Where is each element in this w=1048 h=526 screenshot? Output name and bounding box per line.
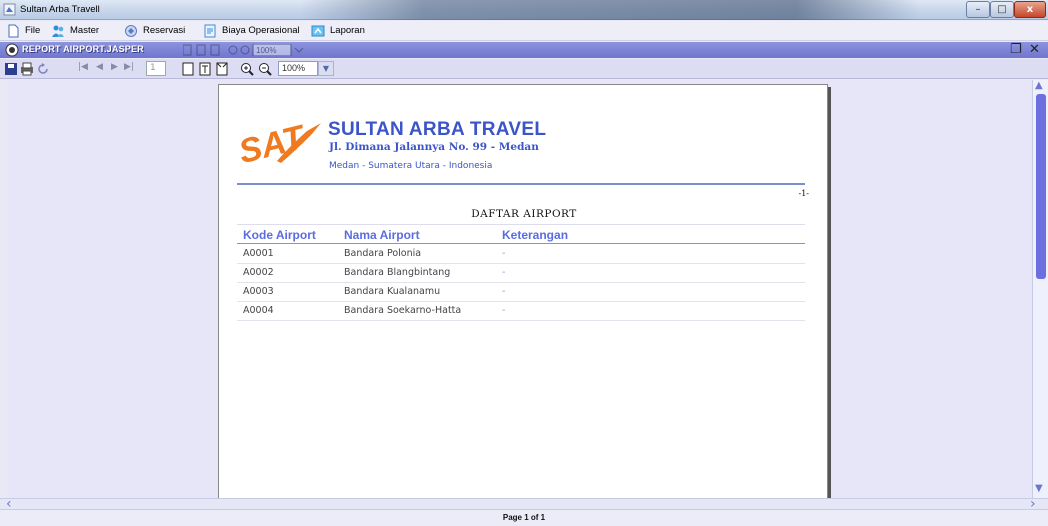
internal-frame-title-bar: REPORT AIRPORT.JASPER 100% ❐ ✕: [0, 42, 1048, 58]
maximize-button[interactable]: □: [990, 1, 1014, 18]
page-number-input[interactable]: 1: [146, 61, 166, 76]
header-underline: [237, 243, 805, 244]
menu-reservasi-label: Reservasi: [143, 25, 186, 36]
file-icon: [8, 24, 19, 38]
zoom-select[interactable]: 100%: [278, 61, 318, 76]
minimize-button[interactable]: –: [966, 1, 990, 18]
zoom-in-icon[interactable]: [240, 62, 254, 76]
column-header-kode: Kode Airport: [243, 228, 316, 242]
company-logo: SAT: [237, 118, 321, 167]
save-icon[interactable]: [4, 62, 18, 76]
cell-nama: Bandara Blangbintang: [344, 267, 451, 278]
report-page: SAT SULTAN ARBA TRAVEL Jl. Dimana Jalann…: [218, 84, 828, 498]
cell-kode: A0001: [243, 248, 274, 259]
window-title: Sultan Arba Travell: [20, 4, 100, 15]
menu-laporan-label: Laporan: [330, 25, 365, 36]
restore-frame-icon[interactable]: ❐: [1010, 42, 1022, 57]
menu-master[interactable]: Master: [51, 23, 99, 39]
cell-keterangan: -: [502, 267, 506, 278]
header-divider: [237, 183, 805, 185]
company-name: SULTAN ARBA TRAVEL: [328, 119, 547, 140]
next-page-icon[interactable]: ▶: [111, 62, 118, 72]
cell-keterangan: -: [502, 248, 506, 259]
title-bar-shade: [300, 0, 920, 20]
report-page-number: -1-: [798, 189, 810, 198]
cell-nama: Bandara Polonia: [344, 248, 422, 259]
ghost-zoom-text: 100%: [256, 46, 276, 55]
vertical-scrollbar[interactable]: ▲ ▼: [1032, 80, 1048, 498]
report-toolbar: |◀ ◀ ▶ ▶| 1 100% ▼: [0, 59, 1048, 79]
zoom-dropdown-icon[interactable]: ▼: [318, 61, 334, 76]
status-bar: Page 1 of 1: [0, 509, 1048, 526]
fit-page-icon[interactable]: [198, 62, 212, 76]
cell-kode: A0003: [243, 286, 274, 297]
table-row: A0002 Bandara Blangbintang -: [237, 264, 805, 283]
print-icon[interactable]: [20, 62, 34, 76]
table-row: A0001 Bandara Polonia -: [237, 245, 805, 264]
scroll-up-icon[interactable]: ▲: [1035, 80, 1043, 91]
users-icon: [52, 25, 64, 37]
menu-biaya-operasional[interactable]: Biaya Operasional: [203, 23, 300, 39]
table-top-line: [237, 224, 805, 225]
svg-text:SAT: SAT: [237, 118, 311, 167]
reload-icon[interactable]: [36, 62, 50, 76]
report-viewer[interactable]: SAT SULTAN ARBA TRAVEL Jl. Dimana Jalann…: [8, 80, 1032, 498]
scroll-down-icon[interactable]: ▼: [1035, 483, 1043, 494]
cell-keterangan: -: [502, 305, 506, 316]
prev-page-icon[interactable]: ◀: [96, 62, 103, 72]
column-header-nama: Nama Airport: [344, 228, 420, 242]
cell-keterangan: -: [502, 286, 506, 297]
toolbar-ghost: 100%: [182, 43, 313, 59]
menu-file[interactable]: File: [6, 23, 40, 39]
menu-master-label: Master: [70, 25, 100, 36]
company-city: Medan - Sumatera Utara - Indonesia: [329, 161, 493, 171]
reservation-icon: [125, 25, 137, 37]
menu-biaya-label: Biaya Operasional: [222, 25, 300, 36]
window-title-bar: Sultan Arba Travell – □ x: [0, 0, 1048, 20]
cell-nama: Bandara Kualanamu: [344, 286, 441, 297]
last-page-icon[interactable]: ▶|: [124, 62, 134, 72]
report-title: DAFTAR AIRPORT: [471, 208, 577, 220]
table-row: A0004 Bandara Soekarno-Hatta -: [237, 302, 805, 321]
menu-reservasi[interactable]: Reservasi: [124, 23, 185, 39]
fit-width-icon[interactable]: [215, 62, 229, 76]
app-icon: [3, 3, 16, 16]
company-address: Jl. Dimana Jalannya No. 99 - Medan: [329, 141, 539, 153]
table-row: A0003 Bandara Kualanamu -: [237, 283, 805, 302]
zoom-out-icon[interactable]: [258, 62, 272, 76]
internal-frame-title: REPORT AIRPORT.JASPER: [22, 44, 144, 54]
close-frame-icon[interactable]: ✕: [1029, 42, 1040, 57]
actual-size-icon[interactable]: [181, 62, 195, 76]
vertical-scroll-thumb[interactable]: [1036, 94, 1046, 279]
menu-bar: File Master Reservasi Biaya Operasional …: [0, 21, 1048, 41]
report-frame-icon: [5, 43, 19, 57]
column-header-keterangan: Keterangan: [502, 228, 569, 242]
report-icon: [311, 25, 325, 37]
first-page-icon[interactable]: |◀: [78, 62, 88, 72]
cell-nama: Bandara Soekarno-Hatta: [344, 305, 462, 316]
horizontal-scrollbar[interactable]: ‹ ›: [0, 496, 1048, 512]
page-info-status: Page 1 of 1: [502, 513, 546, 522]
cell-kode: A0002: [243, 267, 274, 278]
close-window-button[interactable]: x: [1014, 1, 1046, 18]
menu-laporan[interactable]: Laporan: [311, 23, 365, 39]
cell-kode: A0004: [243, 305, 274, 316]
document-icon: [204, 24, 216, 38]
menu-file-label: File: [25, 25, 41, 36]
